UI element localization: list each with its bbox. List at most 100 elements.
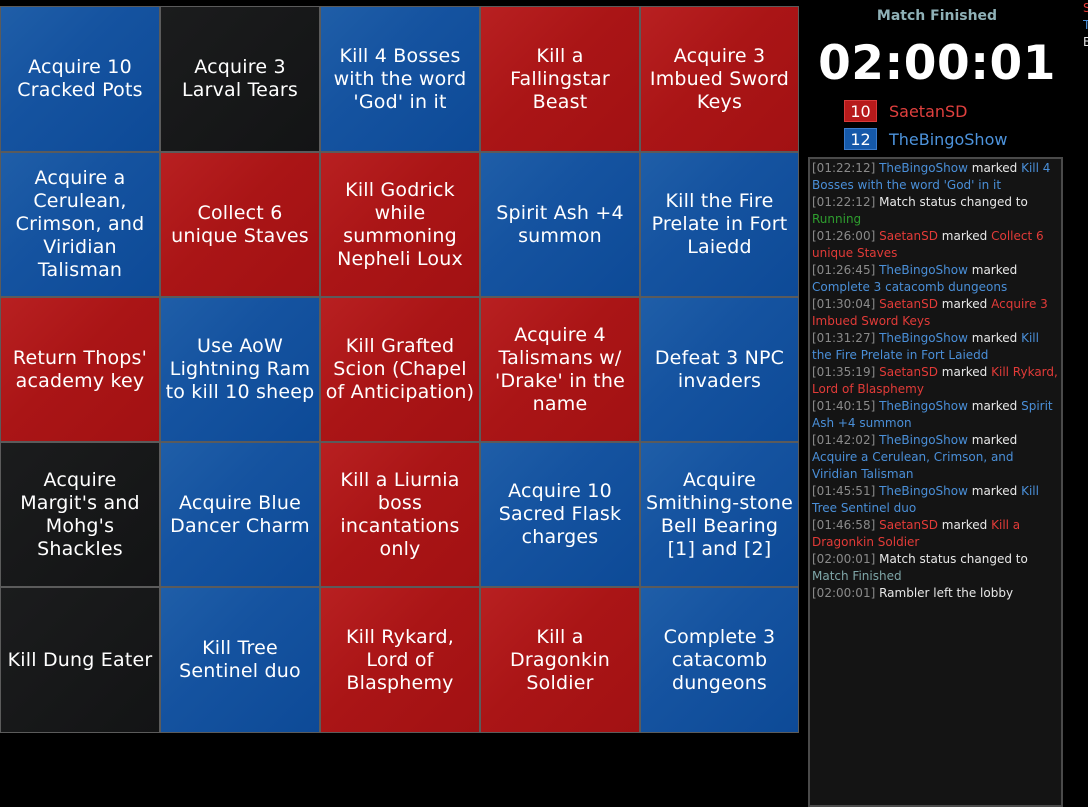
log-verb: marked <box>971 399 1018 413</box>
log-timestamp: [01:46:58] <box>812 518 876 532</box>
bingo-cell[interactable]: Kill Dung Eater <box>0 587 160 733</box>
match-log[interactable]: [01:22:12] TheBingoShow marked Kill 4 Bo… <box>808 157 1063 807</box>
log-timestamp: [01:31:27] <box>812 331 876 345</box>
log-player: SaetanSD <box>879 365 938 379</box>
offscreen-text: T <box>1083 18 1088 32</box>
bingo-cell-label: Complete 3 catacomb dungeons <box>663 625 776 694</box>
log-entry: [01:35:19] SaetanSD marked Kill Rykard, … <box>812 364 1059 398</box>
bingo-cell-label: Kill Rykard, Lord of Blasphemy <box>345 625 455 694</box>
bingo-cell[interactable]: Acquire 10 Sacred Flask charges <box>480 442 640 587</box>
log-verb: marked <box>971 484 1018 498</box>
log-entry: [01:30:04] SaetanSD marked Acquire 3 Imb… <box>812 296 1059 330</box>
log-entry: [01:22:12] TheBingoShow marked Kill 4 Bo… <box>812 160 1059 194</box>
log-timestamp: [01:35:19] <box>812 365 876 379</box>
log-item: Complete 3 catacomb dungeons <box>812 280 1008 294</box>
bingo-cell[interactable]: Acquire Margit's and Mohg's Shackles <box>0 442 160 587</box>
bingo-cell[interactable]: Kill Godrick while summoning Nepheli Lou… <box>320 152 480 297</box>
match-sidebar: Match Finished 02:00:01 10 SaetanSD 12 T… <box>807 0 1067 807</box>
bingo-cell[interactable]: Kill a Fallingstar Beast <box>480 6 640 152</box>
bingo-cell[interactable]: Kill a Dragonkin Soldier <box>480 587 640 733</box>
offscreen-text: B <box>1083 35 1088 49</box>
bingo-cell-label: Defeat 3 NPC invaders <box>654 346 785 392</box>
log-entry: [01:31:27] TheBingoShow marked Kill the … <box>812 330 1059 364</box>
log-entry: [01:26:45] TheBingoShow marked Complete … <box>812 262 1059 296</box>
bingo-cell[interactable]: Kill 4 Bosses with the word 'God' in it <box>320 6 480 152</box>
log-text: Match status changed to <box>879 195 1028 209</box>
log-verb: marked <box>971 433 1018 447</box>
log-text: Rambler left the lobby <box>879 586 1014 600</box>
log-player: SaetanSD <box>879 518 938 532</box>
log-verb: marked <box>941 297 988 311</box>
bingo-cell[interactable]: Acquire 4 Talismans w/ 'Drake' in the na… <box>480 297 640 442</box>
bingo-cell-label: Acquire 3 Larval Tears <box>181 56 299 101</box>
log-player: TheBingoShow <box>879 484 968 498</box>
bingo-cell[interactable]: Acquire Smithing-stone Bell Bearing [1] … <box>640 442 799 587</box>
bingo-cell-label: Acquire 3 Imbued Sword Keys <box>649 44 790 113</box>
log-text: Match status changed to <box>879 552 1028 566</box>
player-score: 10 <box>844 100 877 122</box>
log-verb: marked <box>971 263 1018 277</box>
log-entry: [01:46:58] SaetanSD marked Kill a Dragon… <box>812 517 1059 551</box>
log-timestamp: [02:00:01] <box>812 586 876 600</box>
bingo-cell[interactable]: Acquire a Cerulean, Crimson, and Viridia… <box>0 152 160 297</box>
bingo-cell[interactable]: Complete 3 catacomb dungeons <box>640 587 799 733</box>
bingo-cell-label: Use AoW Lightning Ram to kill 10 sheep <box>165 335 315 403</box>
log-entry: [01:42:02] TheBingoShow marked Acquire a… <box>812 432 1059 483</box>
bingo-cell-label: Acquire a Cerulean, Crimson, and Viridia… <box>15 167 145 281</box>
bingo-cell-label: Acquire Margit's and Mohg's Shackles <box>20 468 140 560</box>
log-entry: [02:00:01] Match status changed to Match… <box>812 551 1059 585</box>
bingo-cell[interactable]: Kill Grafted Scion (Chapel of Anticipati… <box>320 297 480 442</box>
bingo-cell-label: Kill the Fire Prelate in Fort Laiedd <box>651 190 788 258</box>
bingo-cell-label: Kill a Dragonkin Soldier <box>510 625 610 694</box>
bingo-cell-label: Kill Grafted Scion (Chapel of Anticipati… <box>325 335 475 403</box>
bingo-cell-label: Kill Tree Sentinel duo <box>179 637 301 682</box>
bingo-cell-label: Collect 6 unique Staves <box>171 201 309 247</box>
bingo-cell-label: Acquire Smithing-stone Bell Bearing [1] … <box>645 468 794 560</box>
log-player: SaetanSD <box>879 297 938 311</box>
bingo-cell[interactable]: Collect 6 unique Staves <box>160 152 320 297</box>
bingo-cell-label: Kill a Liurnia boss incantations only <box>340 468 460 560</box>
log-entry: [01:22:12] Match status changed to Runni… <box>812 194 1059 228</box>
bingo-cell[interactable]: Acquire 3 Larval Tears <box>160 6 320 152</box>
bingo-cell[interactable]: Kill the Fire Prelate in Fort Laiedd <box>640 152 799 297</box>
player-name: SaetanSD <box>889 101 968 121</box>
bingo-cell[interactable]: Acquire Blue Dancer Charm <box>160 442 320 587</box>
match-timer: 02:00:01 <box>818 36 1056 91</box>
log-player: TheBingoShow <box>879 433 968 447</box>
bingo-cell[interactable]: Spirit Ash +4 summon <box>480 152 640 297</box>
log-entry: [01:45:51] TheBingoShow marked Kill Tree… <box>812 483 1059 517</box>
bingo-cell[interactable]: Return Thops' academy key <box>0 297 160 442</box>
player-row-blue: 12 TheBingoShow <box>844 128 1007 150</box>
bingo-cell-label: Kill Dung Eater <box>7 648 153 671</box>
log-item: Acquire a Cerulean, Crimson, and Viridia… <box>812 450 1014 481</box>
player-name: TheBingoShow <box>889 129 1008 149</box>
log-timestamp: [01:42:02] <box>812 433 876 447</box>
log-player: TheBingoShow <box>879 331 968 345</box>
log-verb: marked <box>941 365 988 379</box>
bingo-cell-label: Acquire 10 Sacred Flask charges <box>498 480 622 548</box>
player-row-red: 10 SaetanSD <box>844 100 968 122</box>
log-status-value: Match Finished <box>812 569 902 583</box>
bingo-cell[interactable]: Kill a Liurnia boss incantations only <box>320 442 480 587</box>
log-verb: marked <box>971 331 1018 345</box>
log-player: TheBingoShow <box>879 263 968 277</box>
bingo-cell[interactable]: Acquire 3 Imbued Sword Keys <box>640 6 799 152</box>
log-timestamp: [01:26:45] <box>812 263 876 277</box>
bingo-cell[interactable]: Kill Rykard, Lord of Blasphemy <box>320 587 480 733</box>
bingo-cell-label: Acquire 4 Talismans w/ 'Drake' in the na… <box>495 323 625 415</box>
log-timestamp: [01:30:04] <box>812 297 876 311</box>
bingo-cell-label: Kill a Fallingstar Beast <box>510 44 610 113</box>
bingo-cell[interactable]: Acquire 10 Cracked Pots <box>0 6 160 152</box>
log-status-value: Running <box>812 212 862 226</box>
bingo-cell[interactable]: Use AoW Lightning Ram to kill 10 sheep <box>160 297 320 442</box>
log-player: SaetanSD <box>879 229 938 243</box>
bingo-cell-label: Spirit Ash +4 summon <box>496 201 624 247</box>
bingo-cell-label: Kill 4 Bosses with the word 'God' in it <box>333 44 467 113</box>
bingo-cell[interactable]: Kill Tree Sentinel duo <box>160 587 320 733</box>
bingo-cell-label: Kill Godrick while summoning Nepheli Lou… <box>337 178 463 270</box>
bingo-cell[interactable]: Defeat 3 NPC invaders <box>640 297 799 442</box>
log-player: TheBingoShow <box>879 161 968 175</box>
log-timestamp: [01:40:15] <box>812 399 876 413</box>
bingo-board: Acquire 10 Cracked Pots Acquire 3 Larval … <box>0 6 799 733</box>
player-score: 12 <box>844 128 877 150</box>
